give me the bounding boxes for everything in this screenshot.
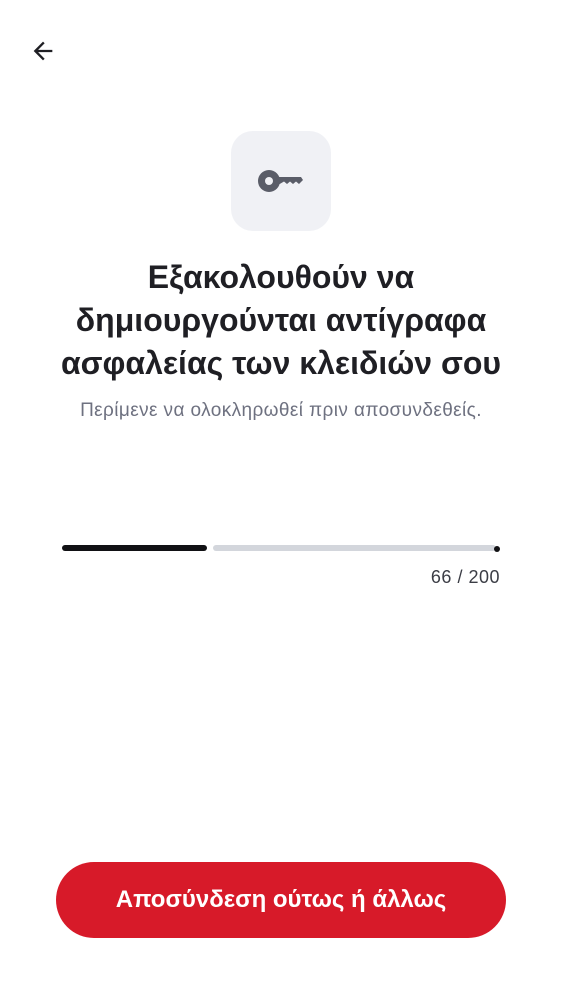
progress-track xyxy=(62,545,500,552)
progress-total: 200 xyxy=(468,567,500,587)
arrow-left-icon xyxy=(33,41,53,61)
backup-progress-bar xyxy=(62,544,500,552)
sign-out-anyway-button[interactable]: Αποσύνδεση ούτως ή άλλως xyxy=(56,862,506,938)
progress-fill xyxy=(62,545,207,551)
page-subtitle: Περίμενε να ολοκληρωθεί πριν αποσυνδεθεί… xyxy=(80,400,482,421)
key-icon-tile xyxy=(231,131,331,231)
progress-end-dot xyxy=(494,546,500,552)
page-title: Εξακολουθούν να δημιουργούνται αντίγραφα… xyxy=(60,259,502,381)
progress-remaining xyxy=(213,545,496,551)
key-icon xyxy=(258,170,303,192)
back-button[interactable] xyxy=(22,30,64,72)
progress-current: 66 xyxy=(430,567,452,587)
progress-separator: / xyxy=(451,567,469,587)
progress-counter: 66 / 200 xyxy=(431,566,500,588)
